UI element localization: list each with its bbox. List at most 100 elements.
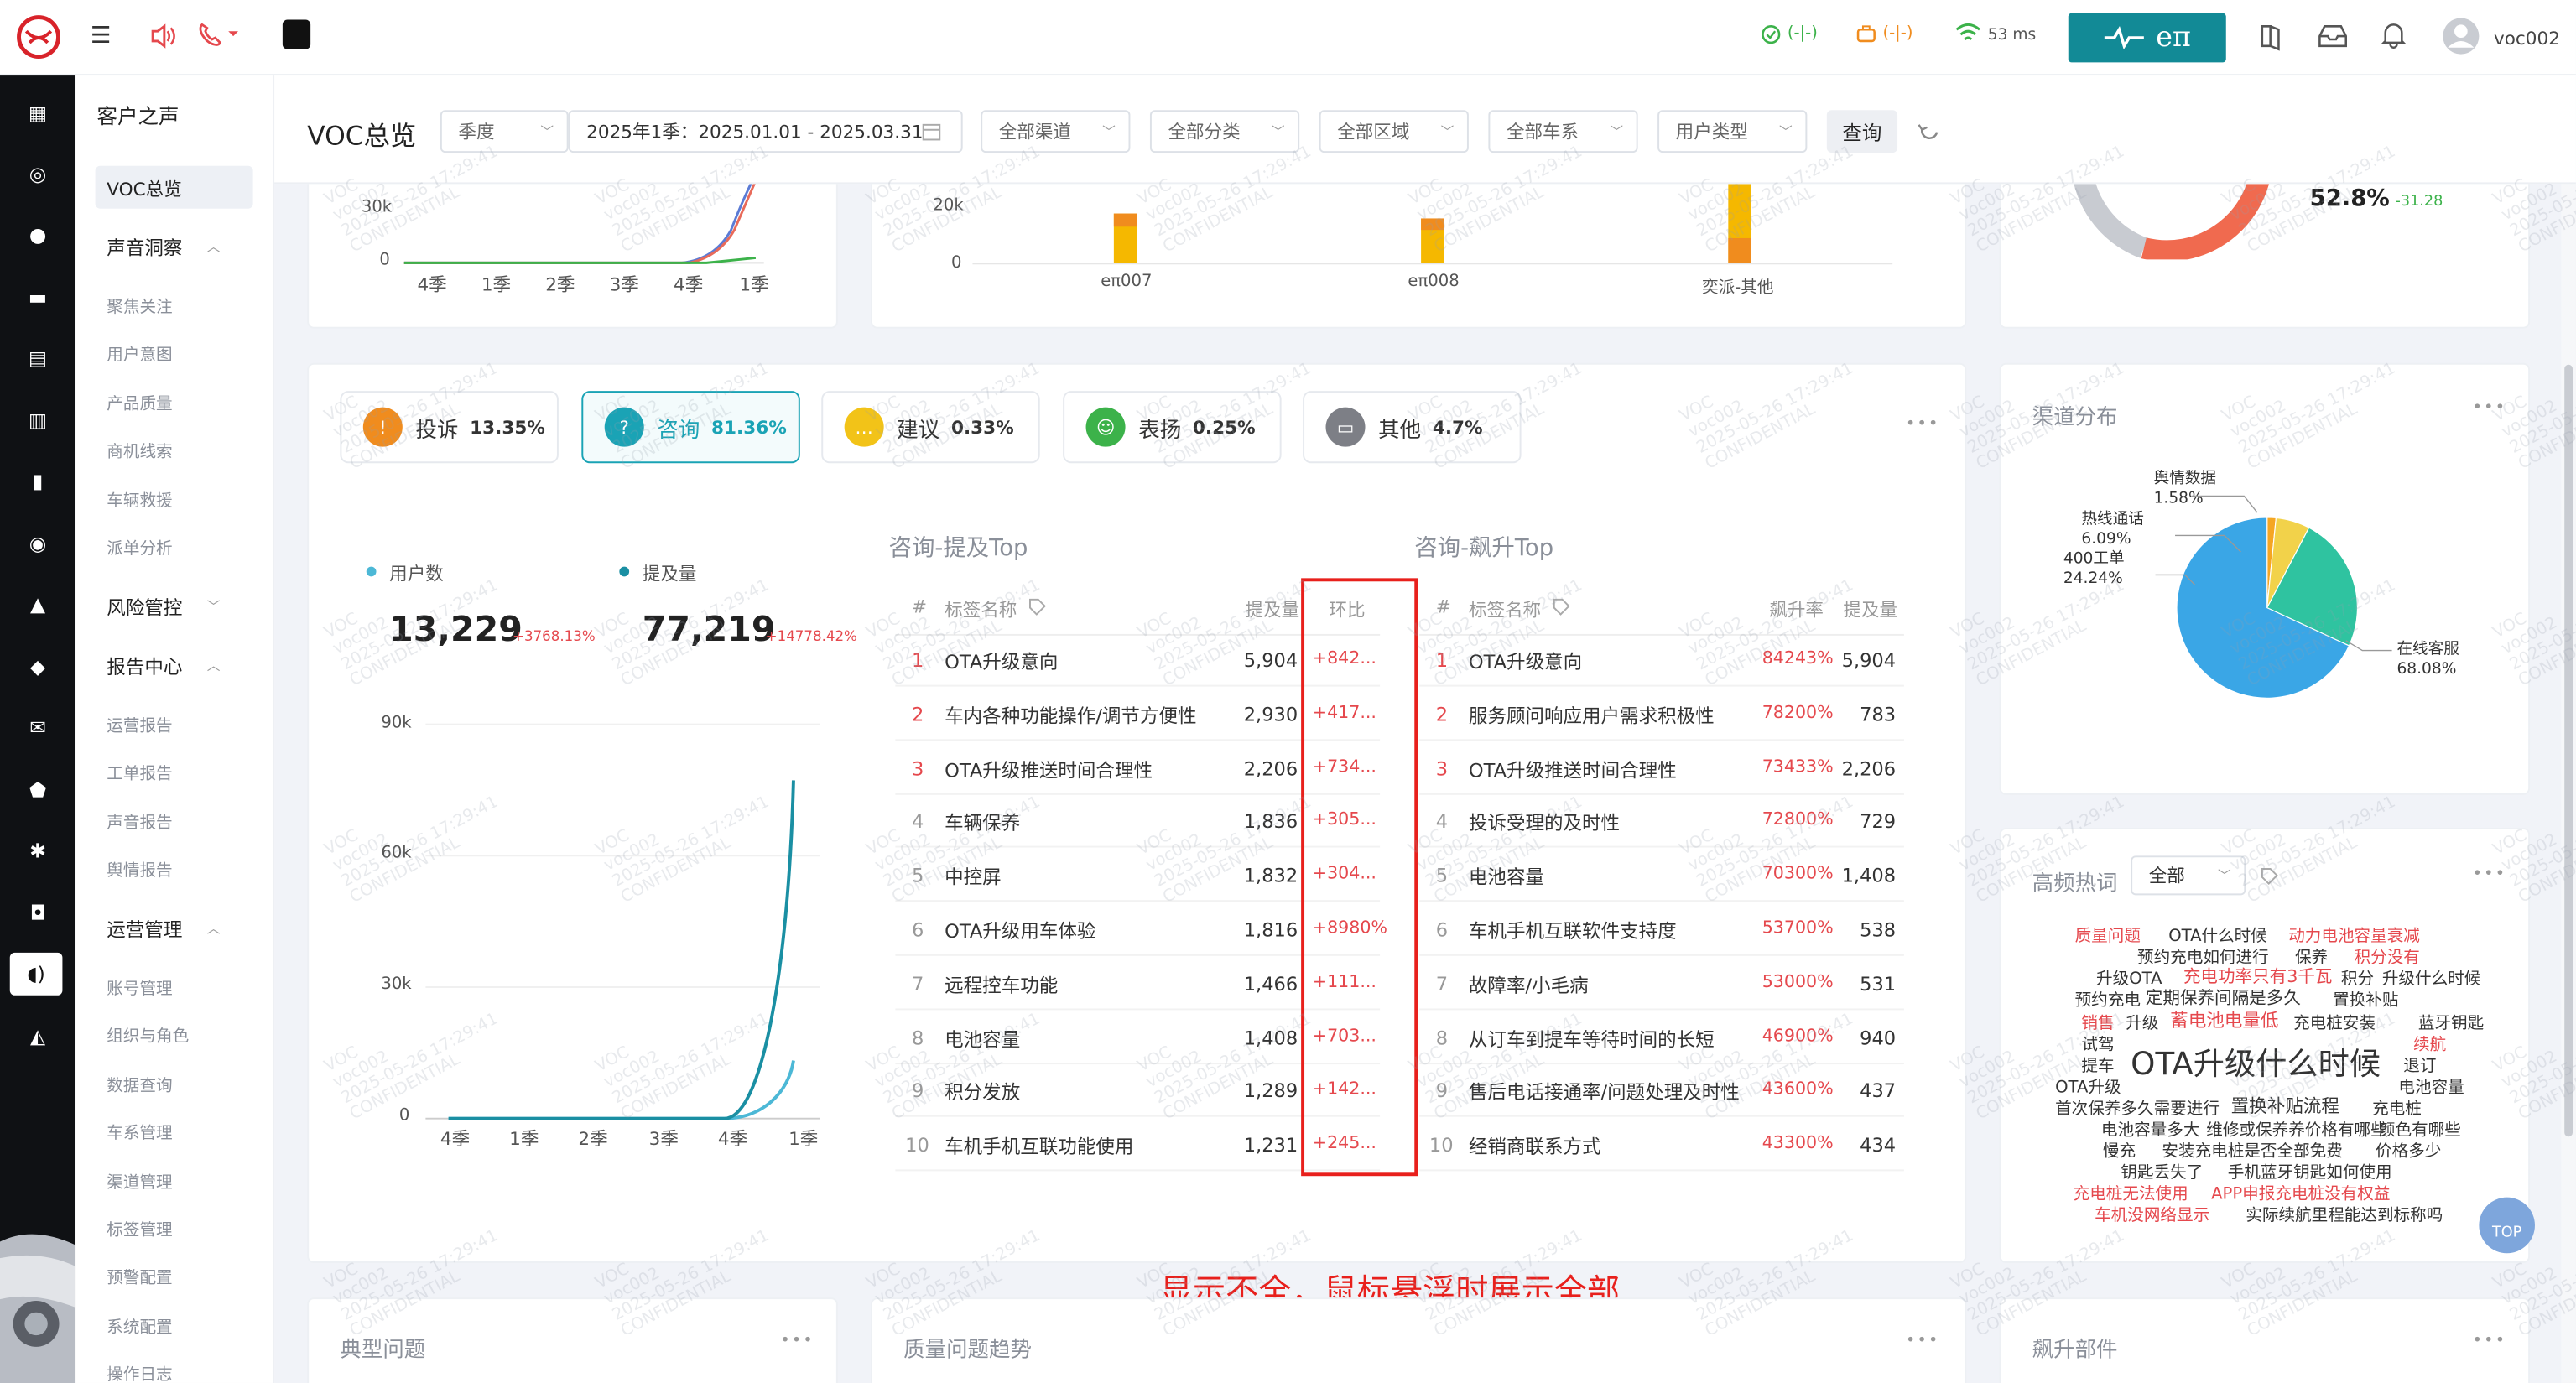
subnav-item[interactable]: 预警配置 xyxy=(107,1263,172,1288)
row-tag-name[interactable]: 从订车到提车等待时间的长短 xyxy=(1469,1026,1715,1052)
brand-logo-icon[interactable] xyxy=(17,15,61,60)
subnav-item[interactable]: 车系管理 xyxy=(107,1119,172,1144)
subnav-item[interactable]: 声音报告 xyxy=(107,808,172,833)
hot-word[interactable]: 质量问题 xyxy=(2075,922,2141,946)
user-type-select[interactable]: 用户类型 ﹀ xyxy=(1657,110,1808,153)
scrollbar-thumb[interactable] xyxy=(2564,364,2573,1137)
more-options-button[interactable]: ••• xyxy=(1906,1332,1940,1350)
hot-word[interactable]: OTA升级什么时候 xyxy=(2131,1040,2381,1084)
row-tag-name[interactable]: 电池容量 xyxy=(945,1026,1020,1052)
refresh-icon[interactable] xyxy=(1918,120,1942,144)
hot-word[interactable]: 置换补贴 xyxy=(2333,985,2398,1011)
car-series-select[interactable]: 全部车系 ﹀ xyxy=(1488,110,1638,153)
query-button[interactable]: 查询 xyxy=(1826,110,1898,153)
contact-card-icon[interactable] xyxy=(282,19,311,49)
row-tag-name[interactable]: 车辆保养 xyxy=(945,810,1020,836)
hot-word[interactable]: 蓄电池电量低 xyxy=(2170,1006,2278,1032)
message-icon[interactable]: ◆ xyxy=(24,653,50,679)
bar-chart-icon[interactable]: ▮ xyxy=(24,468,50,494)
channel-select[interactable]: 全部渠道 ﹀ xyxy=(981,110,1131,153)
gear-icon[interactable]: ✱ xyxy=(24,838,50,864)
region-select[interactable]: 全部区域 ﹀ xyxy=(1319,110,1469,153)
tab-consult[interactable]: ? 咨询 81.36% xyxy=(581,391,800,464)
period-type-select[interactable]: 季度 ﹀ xyxy=(440,110,569,153)
subnav-item[interactable]: 舆情报告 xyxy=(107,855,172,881)
hot-word[interactable]: 实际续航里程能达到标称吗 xyxy=(2246,1201,2443,1225)
chevron-up-icon[interactable]: ︿ xyxy=(207,238,221,257)
hot-word[interactable]: 升级 xyxy=(2126,1008,2158,1033)
chevron-up-icon[interactable]: ︿ xyxy=(207,920,221,938)
subnav-item[interactable]: 工单报告 xyxy=(107,759,172,784)
row-tag-name[interactable]: OTA升级推送时间合理性 xyxy=(945,756,1153,782)
subnav-group-voice-insight[interactable]: 声音洞察 xyxy=(107,235,182,261)
tag-icon[interactable] xyxy=(2261,867,2281,887)
subnav-item[interactable]: 系统配置 xyxy=(107,1313,172,1338)
document-icon[interactable]: ▤ xyxy=(24,345,50,371)
tag-icon[interactable] xyxy=(1553,598,1571,616)
dashboard-icon[interactable]: ▦ xyxy=(24,100,50,126)
tab-praise[interactable]: ☺ 表扬 0.25% xyxy=(1063,391,1282,464)
more-options-button[interactable]: ••• xyxy=(1906,415,1940,434)
subnav-item[interactable]: 渠道管理 xyxy=(107,1167,172,1193)
subnav-item[interactable]: 数据查询 xyxy=(107,1071,172,1096)
row-tag-name[interactable]: 中控屏 xyxy=(945,864,1002,890)
subnav-item[interactable]: 产品质量 xyxy=(107,389,172,414)
avatar[interactable] xyxy=(2441,17,2480,56)
chevron-up-icon[interactable]: ︿ xyxy=(207,657,221,675)
row-tag-name[interactable]: 经销商联系方式 xyxy=(1469,1134,1601,1160)
series-line-mentions[interactable] xyxy=(448,780,795,1120)
row-tag-name[interactable]: 积分发放 xyxy=(945,1079,1020,1105)
chevron-down-icon[interactable]: ﹀ xyxy=(207,598,221,616)
speaker-icon[interactable] xyxy=(148,21,177,50)
phone-icon[interactable] xyxy=(197,21,240,47)
subnav-item[interactable]: 用户意图 xyxy=(107,340,172,365)
row-tag-name[interactable]: OTA升级推送时间合理性 xyxy=(1469,756,1677,782)
hot-word[interactable]: 预约充电 xyxy=(2075,985,2141,1011)
subnav-item[interactable]: 账号管理 xyxy=(107,974,172,999)
robot-icon[interactable]: ◘ xyxy=(24,900,50,926)
row-tag-name[interactable]: OTA升级意向 xyxy=(1469,649,1582,675)
bell-icon[interactable] xyxy=(2381,20,2407,49)
row-tag-name[interactable]: 服务顾问响应用户需求积极性 xyxy=(1469,703,1715,729)
date-range-picker[interactable]: 2025年1季：2025.01.01 - 2025.03.31 xyxy=(568,110,963,153)
brand-badge[interactable]: eπ xyxy=(2068,13,2226,63)
row-tag-name[interactable]: 售后电话接通率/问题处理及时性 xyxy=(1469,1079,1740,1105)
more-options-button[interactable]: ••• xyxy=(2473,866,2507,884)
row-tag-name[interactable]: 故障率/小毛病 xyxy=(1469,972,1589,998)
menu-collapse-icon[interactable]: ☰ xyxy=(91,23,112,49)
tab-other[interactable]: ▭ 其他 4.7% xyxy=(1303,391,1522,464)
mail-icon[interactable]: ✉ xyxy=(24,715,50,741)
hotwords-filter-select[interactable]: 全部 ﹀ xyxy=(2131,855,2246,896)
category-select[interactable]: 全部分类 ﹀ xyxy=(1149,110,1300,153)
row-tag-name[interactable]: 车机手机互联功能使用 xyxy=(945,1134,1133,1160)
subnav-item[interactable]: 运营报告 xyxy=(107,711,172,736)
book-open-icon[interactable]: ▥ xyxy=(24,408,50,434)
subnav-item[interactable]: 聚焦关注 xyxy=(107,293,172,317)
row-tag-name[interactable]: OTA升级用车体验 xyxy=(945,918,1095,944)
row-tag-name[interactable]: 投诉受理的及时性 xyxy=(1469,810,1620,836)
subnav-item[interactable]: 标签管理 xyxy=(107,1215,172,1240)
book-icon[interactable] xyxy=(2257,21,2287,51)
tag-icon[interactable] xyxy=(1028,598,1047,616)
tab-suggest[interactable]: … 建议 0.33% xyxy=(821,391,1040,464)
headset-icon[interactable]: ◉ xyxy=(24,531,50,557)
row-tag-name[interactable]: 远程控车功能 xyxy=(945,972,1058,998)
row-tag-name[interactable]: 电池容量 xyxy=(1469,864,1544,890)
more-options-button[interactable]: ••• xyxy=(2473,399,2507,418)
graduation-icon[interactable]: ◭ xyxy=(24,1023,50,1049)
row-tag-name[interactable]: 车机手机互联软件支持度 xyxy=(1469,918,1677,944)
subnav-item[interactable]: 操作日志 xyxy=(107,1360,172,1383)
subnav-item[interactable]: 商机线索 xyxy=(107,437,172,462)
voice-of-customer-icon[interactable]: ◖) xyxy=(9,952,63,996)
subnav-group-reports[interactable]: 报告中心 xyxy=(107,653,182,679)
person-icon[interactable]: ● xyxy=(24,221,50,247)
hot-word[interactable]: 颜色有哪些 xyxy=(2379,1115,2461,1141)
hot-word[interactable]: 充电桩安装 xyxy=(2293,1008,2376,1033)
subnav-item[interactable]: 组织与角色 xyxy=(107,1022,189,1047)
subnav-group-risk[interactable]: 风险管控 xyxy=(107,595,182,621)
shield-icon[interactable]: ⬟ xyxy=(24,777,50,803)
inbox-icon[interactable] xyxy=(2316,23,2349,49)
subnav-item[interactable]: 派单分析 xyxy=(107,533,172,559)
subnav-item[interactable]: 车辆救援 xyxy=(107,486,172,512)
row-tag-name[interactable]: 车内各种功能操作/调节方便性 xyxy=(945,703,1196,729)
